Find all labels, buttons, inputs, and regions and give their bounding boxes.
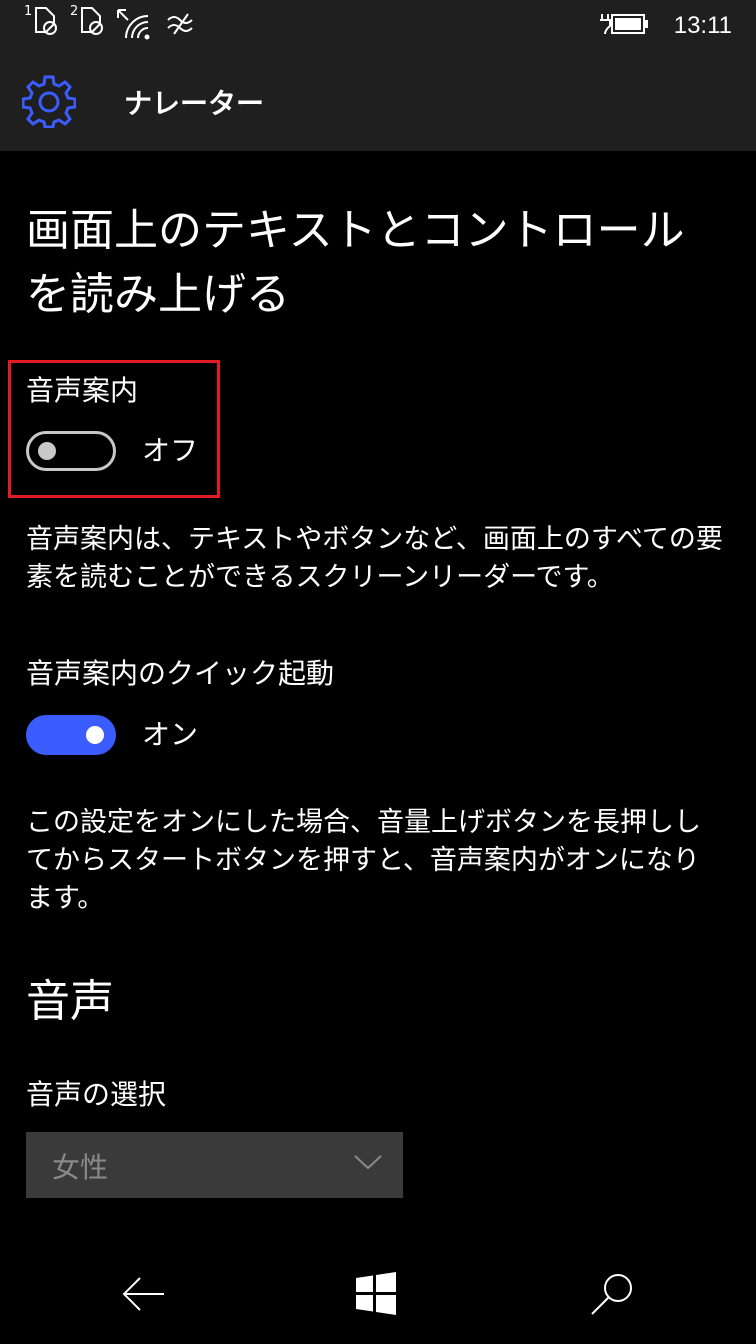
navigation-bar	[0, 1246, 756, 1344]
battery-charging-icon	[598, 10, 650, 42]
chevron-down-icon	[353, 1152, 383, 1176]
quick-launch-state-text: オン	[142, 718, 199, 751]
highlight-box	[8, 360, 220, 498]
windows-start-icon[interactable]	[354, 1272, 398, 1320]
voice-select-value: 女性	[52, 1151, 109, 1184]
voice-section-title: 音声	[26, 976, 114, 1027]
page-title: 画面上のテキストとコントロールを読み上げる	[26, 205, 685, 320]
status-bar: 1 2 13:11	[0, 0, 756, 50]
sim2-label: 2	[70, 4, 79, 19]
app-title: ナレーター	[124, 87, 265, 120]
back-arrow-icon[interactable]	[120, 1270, 168, 1322]
search-icon[interactable]	[588, 1270, 636, 1322]
quick-launch-toggle[interactable]	[26, 715, 116, 755]
quick-launch-description: この設定をオンにした場合、音量上げボタンを長押ししてからスタートボタンを押すと、…	[26, 807, 701, 914]
app-header: ナレーター	[0, 50, 756, 151]
sim1-label: 1	[24, 4, 33, 19]
toggle-knob	[86, 726, 104, 744]
wifi-icon	[116, 6, 154, 44]
data-sense-icon	[166, 12, 196, 40]
sim1-no-signal-icon: 1	[24, 4, 60, 40]
voice-select-label: 音声の選択	[26, 1078, 167, 1111]
gear-icon	[21, 74, 77, 132]
quick-launch-label: 音声案内のクイック起動	[26, 657, 335, 690]
status-time: 13:11	[673, 12, 732, 39]
narrator-description: 音声案内は、テキストやボタンなど、画面上のすべての要素を読むことができるスクリー…	[26, 524, 723, 593]
voice-select[interactable]: 女性	[26, 1132, 403, 1198]
sim2-no-signal-icon: 2	[70, 4, 106, 40]
